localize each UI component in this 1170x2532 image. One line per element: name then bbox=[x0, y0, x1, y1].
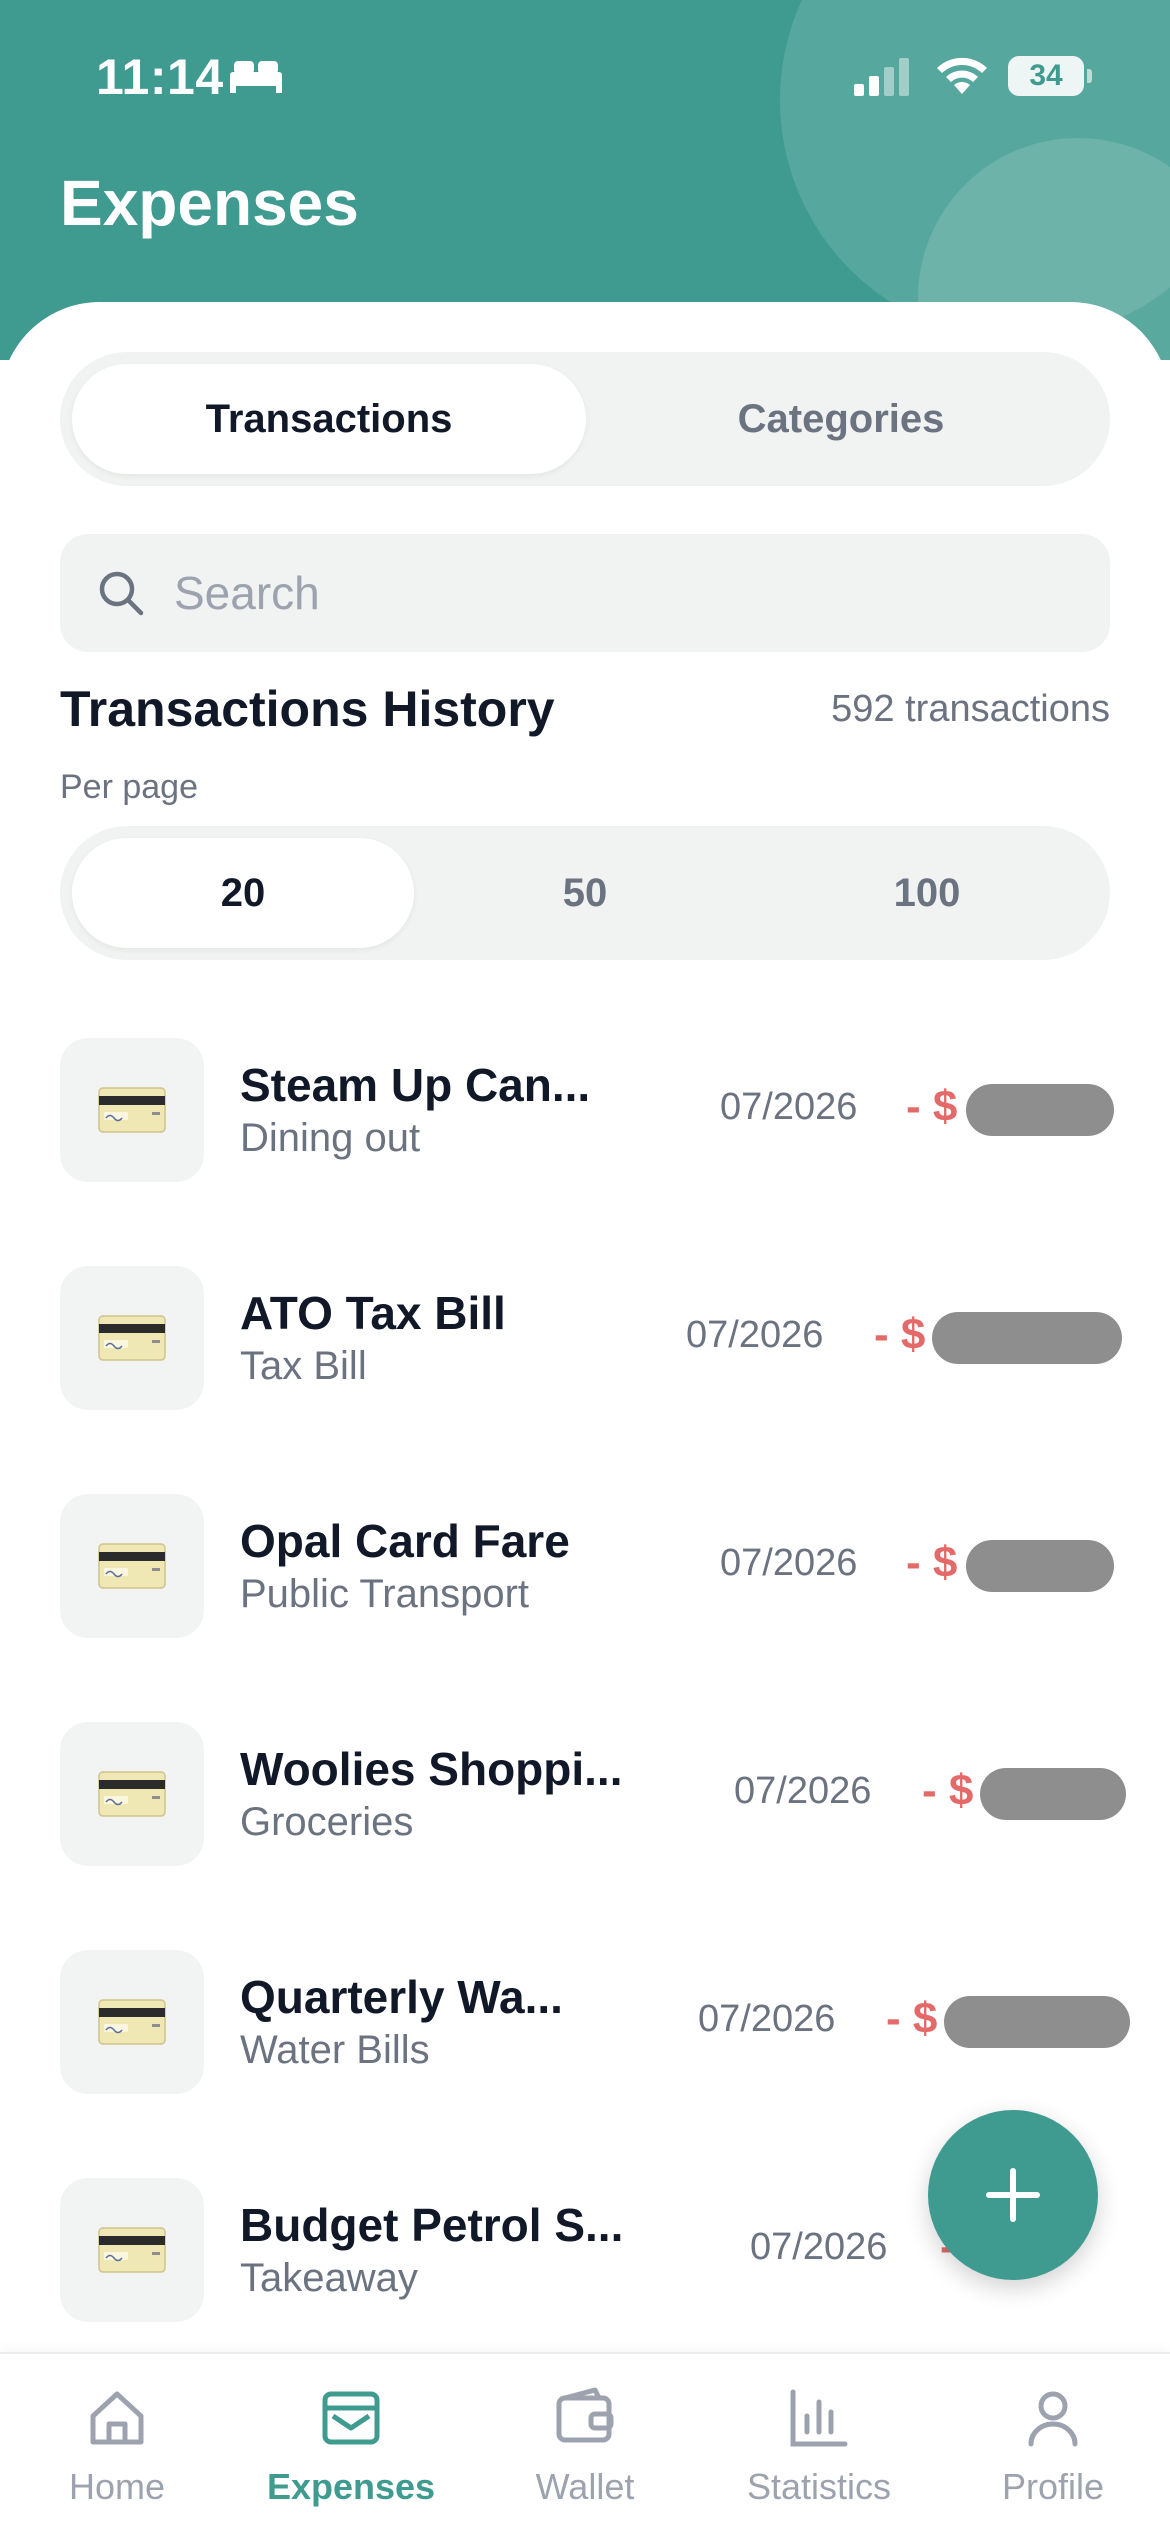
transaction-icon-container bbox=[60, 1266, 204, 1410]
transaction-category: Water Bills bbox=[240, 2028, 430, 2072]
search-input[interactable] bbox=[174, 534, 1074, 652]
inbox-icon bbox=[322, 2391, 380, 2445]
transaction-category: Takeaway bbox=[240, 2256, 418, 2300]
transaction-row[interactable]: Woolies Shoppi... Groceries 07/2026 - $ bbox=[0, 1722, 1170, 1872]
cellular-signal-icon bbox=[854, 58, 909, 96]
transaction-row[interactable]: Steam Up Can... Dining out 07/2026 - $ bbox=[0, 1038, 1170, 1188]
transaction-amount: - $ bbox=[906, 1082, 958, 1131]
transaction-amount: - $ bbox=[874, 1310, 926, 1359]
redacted-amount bbox=[932, 1312, 1122, 1364]
tab-profile[interactable]: Profile bbox=[936, 2354, 1170, 2532]
transaction-icon-container bbox=[60, 1038, 204, 1182]
transaction-name: Opal Card Fare bbox=[240, 1515, 570, 1567]
wallet-icon bbox=[556, 2387, 614, 2443]
tab-transactions[interactable]: Transactions bbox=[72, 364, 586, 474]
transaction-row[interactable]: ATO Tax Bill Tax Bill 07/2026 - $ bbox=[0, 1266, 1170, 1416]
view-toggle: Transactions Categories bbox=[60, 352, 1110, 486]
section-title: Transactions History bbox=[60, 681, 555, 737]
home-icon bbox=[90, 2391, 144, 2445]
tab-expenses[interactable]: Expenses bbox=[234, 2354, 468, 2532]
transaction-icon-container bbox=[60, 1722, 204, 1866]
status-time: 11:14 bbox=[96, 49, 224, 105]
transaction-category: Groceries bbox=[240, 1800, 414, 1844]
per-page-selector: 20 50 100 bbox=[60, 826, 1110, 960]
redacted-amount bbox=[980, 1768, 1126, 1820]
tab-label: Home bbox=[68, 2466, 166, 2507]
tab-label: Statistics bbox=[746, 2466, 892, 2507]
transaction-amount: - $ bbox=[922, 1766, 974, 1815]
per-page-label: Per page bbox=[60, 768, 198, 806]
per-page-20[interactable]: 20 bbox=[72, 838, 414, 948]
wifi-icon bbox=[937, 57, 987, 94]
redacted-amount bbox=[966, 1540, 1114, 1592]
sleep-focus-icon bbox=[230, 61, 282, 93]
transaction-row[interactable]: Quarterly Wa... Water Bills 07/2026 - $ bbox=[0, 1950, 1170, 2100]
tab-label: Expenses bbox=[266, 2466, 436, 2507]
redacted-amount bbox=[944, 1996, 1130, 2048]
transaction-row[interactable]: Opal Card Fare Public Transport 07/2026 … bbox=[0, 1494, 1170, 1644]
transaction-date: 07/2026 bbox=[720, 1086, 858, 1128]
redacted-amount bbox=[966, 1084, 1114, 1136]
bar-chart-icon bbox=[790, 2389, 848, 2447]
battery-indicator: 34 bbox=[1008, 56, 1092, 96]
transaction-amount: - $ bbox=[906, 1538, 958, 1587]
transaction-date: 07/2026 bbox=[720, 1542, 858, 1584]
transaction-date: 07/2026 bbox=[750, 2226, 888, 2268]
credit-card-icon bbox=[98, 1999, 166, 2045]
transaction-category: Tax Bill bbox=[240, 1344, 367, 1388]
tab-label: Wallet bbox=[535, 2466, 635, 2507]
transaction-name: Budget Petrol S... bbox=[240, 2199, 624, 2251]
transaction-date: 07/2026 bbox=[698, 1998, 836, 2040]
search-icon bbox=[99, 571, 144, 616]
tab-statistics[interactable]: Statistics bbox=[702, 2354, 936, 2532]
user-icon bbox=[1028, 2391, 1078, 2447]
tab-label: Profile bbox=[1001, 2466, 1105, 2507]
status-bar: 11:14 34 bbox=[0, 0, 1170, 150]
transaction-count: 592 transactions bbox=[831, 688, 1110, 730]
page-title: Expenses bbox=[60, 167, 359, 239]
add-expense-button[interactable] bbox=[928, 2110, 1098, 2280]
battery-nub bbox=[1087, 69, 1092, 83]
credit-card-icon bbox=[98, 2227, 166, 2273]
bottom-tab-bar: Home Expenses Wallet Statistics Profile bbox=[0, 2352, 1170, 2532]
credit-card-icon bbox=[98, 1771, 166, 1817]
plus-icon bbox=[986, 2168, 1040, 2222]
transaction-name: ATO Tax Bill bbox=[240, 1287, 506, 1339]
search-bar bbox=[60, 534, 1110, 652]
transaction-name: Woolies Shoppi... bbox=[240, 1743, 623, 1795]
transaction-amount: - $ bbox=[886, 1994, 938, 2043]
per-page-50[interactable]: 50 bbox=[414, 838, 756, 948]
credit-card-icon bbox=[98, 1543, 166, 1589]
transaction-icon-container bbox=[60, 2178, 204, 2322]
tab-home[interactable]: Home bbox=[0, 2354, 234, 2532]
transaction-name: Steam Up Can... bbox=[240, 1059, 591, 1111]
tab-wallet[interactable]: Wallet bbox=[468, 2354, 702, 2532]
per-page-100[interactable]: 100 bbox=[756, 838, 1098, 948]
tab-categories[interactable]: Categories bbox=[584, 364, 1098, 474]
transaction-name: Quarterly Wa... bbox=[240, 1971, 563, 2023]
transaction-category: Dining out bbox=[240, 1116, 421, 1160]
battery-level: 34 bbox=[1029, 59, 1063, 92]
transaction-date: 07/2026 bbox=[734, 1770, 872, 1812]
transaction-icon-container bbox=[60, 1950, 204, 2094]
transaction-date: 07/2026 bbox=[686, 1314, 824, 1356]
credit-card-icon bbox=[98, 1087, 166, 1133]
credit-card-icon bbox=[98, 1315, 166, 1361]
transaction-icon-container bbox=[60, 1494, 204, 1638]
transaction-category: Public Transport bbox=[240, 1572, 530, 1616]
